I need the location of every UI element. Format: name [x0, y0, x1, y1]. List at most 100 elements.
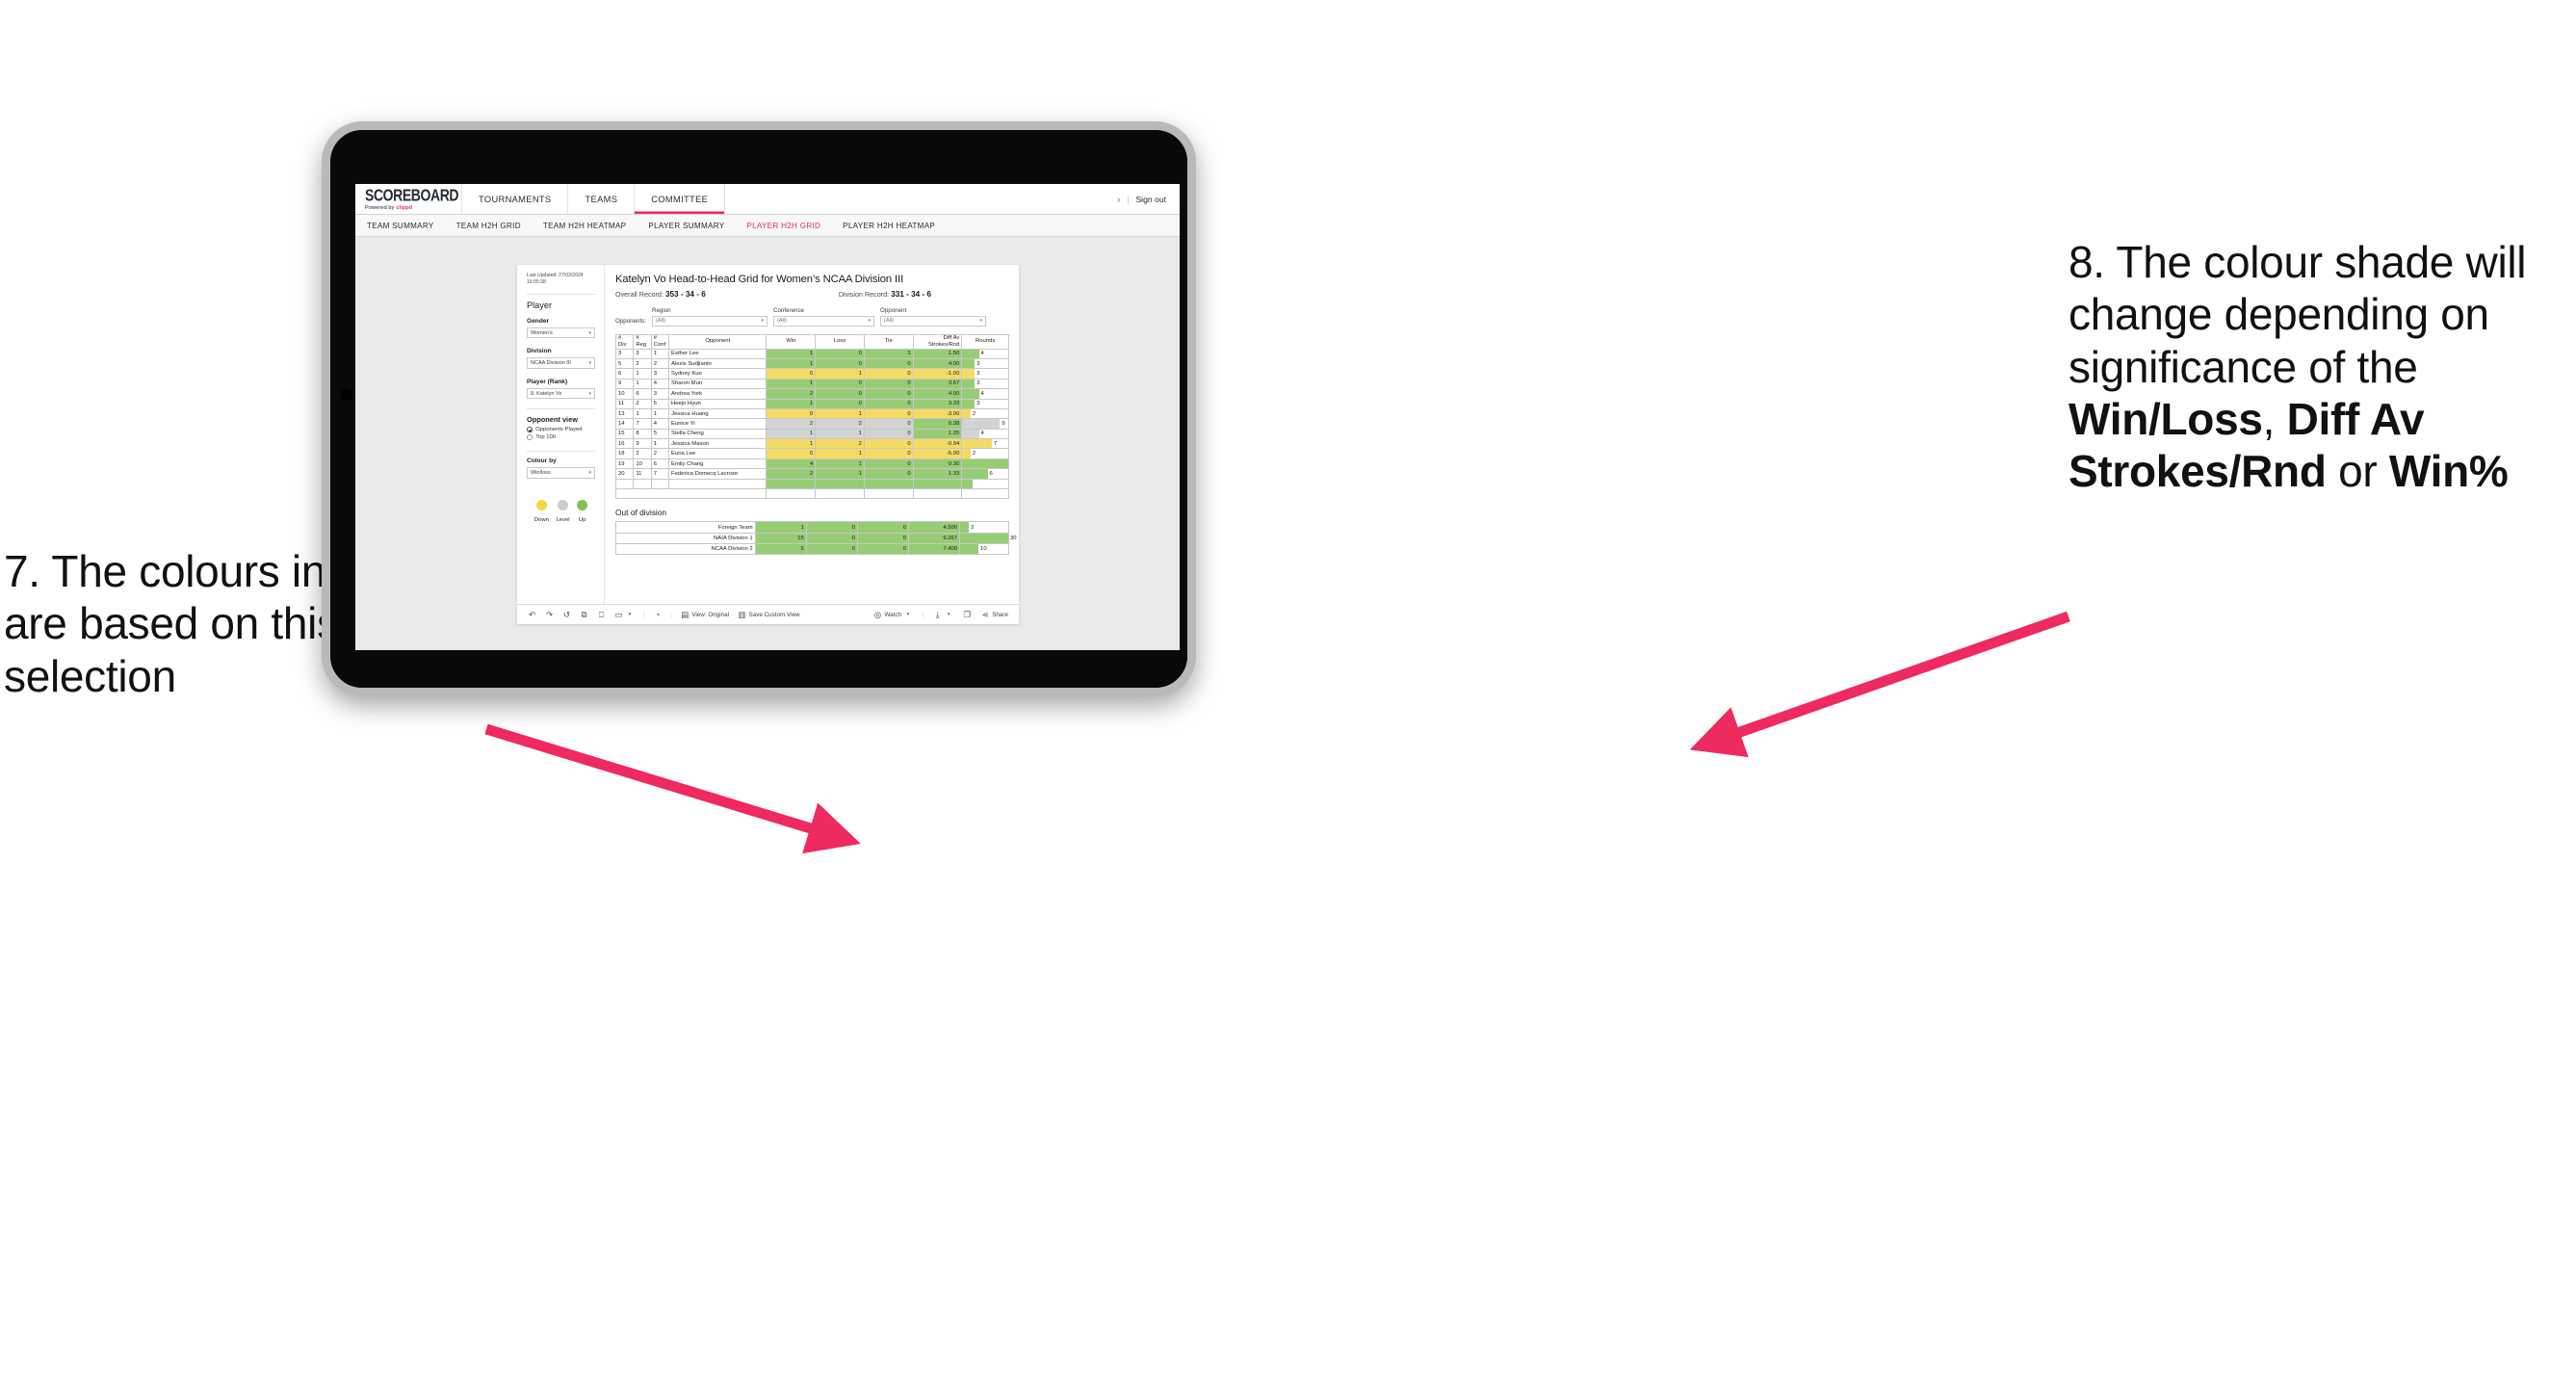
player-rank-value: 8. Katelyn Vo: [531, 390, 562, 397]
tab-team-h2h-grid[interactable]: TEAM H2H GRID: [456, 222, 521, 230]
gender-select[interactable]: Women’s ▾: [527, 327, 595, 339]
tab-team-h2h-heatmap[interactable]: TEAM H2H HEATMAP: [543, 222, 627, 230]
undo-icon[interactable]: ↶: [528, 610, 536, 619]
col-diff-l1: Diff Av: [943, 335, 960, 341]
cell-reg: 7: [633, 418, 652, 430]
cell-diff: -1.00: [912, 368, 963, 379]
table-row[interactable]: 11 2 5 Heejo Hyun 1 0 0 3.33 3: [614, 398, 1009, 409]
list-item[interactable]: Foreign Team 1 0 0 4.500 2: [615, 521, 1009, 534]
table-row[interactable]: 3 3 1 Esther Lee 1 0 1 1.50 4: [614, 348, 1009, 359]
nav-item-teams[interactable]: TEAMS: [568, 184, 636, 214]
cell-conf: 5: [650, 428, 670, 440]
tab-player-h2h-grid[interactable]: PLAYER H2H GRID: [746, 222, 820, 230]
cell-tie: 0: [863, 438, 914, 450]
sign-out-link[interactable]: Sign out: [1135, 195, 1166, 204]
logo-tagline-prefix: Powered by: [365, 204, 397, 211]
cell-rounds: 3: [961, 357, 1009, 370]
highlight-button[interactable]: ▭ ▾: [614, 610, 635, 619]
table-row[interactable]: 18 2 2 Euna Lee 0 1 0 -5.00 2: [614, 448, 1009, 459]
cell-win: 2: [766, 388, 817, 400]
watch-button[interactable]: ◎ Watch ▾: [873, 610, 913, 619]
share-button[interactable]: ⋖ Share: [981, 610, 1008, 619]
table-row[interactable]: 13 1 1 Jessica Huang 0 1 0 -3.00 2: [614, 407, 1009, 420]
cell-div: 6: [614, 368, 635, 379]
cell-loss: 1: [815, 428, 865, 440]
download-button[interactable]: ⤓ ▾: [933, 610, 953, 619]
cell-loss: 0: [815, 357, 865, 370]
filter-opponent-select[interactable]: (All) ▾: [880, 315, 986, 327]
cell-opponent: Emily Chang: [668, 458, 768, 470]
table-row[interactable]: 5 2 2 Alexis Sudjianto 1 0 0 4.00 3: [614, 357, 1009, 370]
filter-opponent-value: (All): [884, 318, 894, 325]
view-original-button[interactable]: ▤ View: Original: [681, 610, 729, 619]
radio-opponents-played[interactable]: Opponents Played: [527, 427, 595, 432]
cell-div: 19: [614, 458, 635, 470]
tab-player-h2h-heatmap[interactable]: PLAYER H2H HEATMAP: [843, 222, 935, 230]
cell-conf: 7: [650, 468, 670, 480]
cell-diff: 9.267: [907, 532, 961, 544]
nav-item-committee[interactable]: COMMITTEE: [635, 184, 726, 214]
division-select[interactable]: NCAA Division III ▾: [527, 357, 595, 369]
cell-div: 15: [614, 428, 635, 440]
cell-rounds: 7: [961, 438, 1009, 450]
logo-wordmark: SCOREBOARD: [365, 184, 459, 204]
col-div: # Div: [614, 334, 635, 350]
rounds-value: 4: [980, 351, 984, 357]
fullscreen-icon[interactable]: ❐: [963, 610, 972, 619]
table-row[interactable]: 10 6 3 Andrea York 2 0 0 4.00 4: [614, 388, 1009, 400]
radio-top-100[interactable]: Top 100: [527, 434, 595, 440]
refresh-icon[interactable]: ⧉: [580, 610, 588, 619]
list-item[interactable]: NCAA Division 2 5 0 0 7.400 10: [615, 542, 1009, 555]
out-of-division-body: Foreign Team 1 0 0 4.500 2 NAIA Division 1 15 0 0…: [615, 521, 1017, 555]
cell-conf: 1: [650, 438, 670, 450]
cell-reg: 8: [633, 428, 652, 440]
col-reg: # Reg: [633, 334, 652, 350]
filter-conference-select[interactable]: (All) ▾: [773, 315, 874, 327]
cell-div: 9: [614, 378, 635, 390]
table-row[interactable]: 6 1 3 Sydney Kuo 0 1 0 -1.00 3: [614, 368, 1009, 379]
cell-opponent: Federica Domecq Lacroze: [668, 468, 768, 480]
rounds-value: 30: [1010, 535, 1017, 541]
cell-opponent: Eunice Yi: [668, 418, 768, 430]
chevron-right-icon[interactable]: ›: [1117, 195, 1120, 204]
tab-player-summary[interactable]: PLAYER SUMMARY: [648, 222, 724, 230]
cell-conf: 2: [650, 357, 670, 370]
filter-opponent-label: Opponent: [880, 307, 907, 314]
col-rounds: Rounds: [961, 334, 1009, 350]
filter-region-select[interactable]: (All) ▾: [652, 315, 768, 327]
cell-div: 11: [614, 398, 635, 409]
legend-label-down: Down: [533, 516, 549, 523]
cell-div: 3: [614, 348, 635, 359]
toolbar-divider: |: [670, 611, 672, 618]
page-title: Katelyn Vo Head-to-Head Grid for Women’s…: [615, 274, 904, 285]
colour-by-select[interactable]: Win/loss ▾: [527, 467, 595, 479]
save-custom-view-button[interactable]: ▥ Save Custom View: [738, 610, 800, 619]
tab-team-summary[interactable]: TEAM SUMMARY: [367, 222, 434, 230]
dashboard-panel: Last Updated: 27/03/2024 16:55:38 Player…: [517, 265, 1019, 624]
player-rank-select[interactable]: 8. Katelyn Vo ▾: [527, 387, 595, 400]
cell-reg: 11: [633, 468, 652, 480]
cell-win: 4: [766, 458, 817, 470]
app-logo[interactable]: SCOREBOARD Powered by clippd: [355, 184, 462, 214]
rounds-value: 2: [972, 451, 976, 458]
cell-diff: 1.50: [912, 348, 963, 359]
sub-nav: TEAM SUMMARY TEAM H2H GRID TEAM H2H HEAT…: [355, 215, 1180, 237]
pause-icon[interactable]: ⎕: [597, 610, 606, 619]
col-diff-l2: Strokes/Rnd: [927, 341, 960, 348]
cell-tie: 0: [863, 357, 914, 370]
table-row[interactable]: 16 9 1 Jessica Mason 1 2 0 -0.94 7: [614, 438, 1009, 450]
table-row[interactable]: 14 7 4 Eunice Yi 2 2 0 0.38 9: [614, 418, 1009, 430]
table-row[interactable]: 9 1 4 Sharon Mun 1 0 0 3.67 3: [614, 378, 1009, 390]
revert-icon[interactable]: ↺: [562, 610, 571, 619]
cell-win: 2: [766, 418, 817, 430]
list-item[interactable]: NAIA Division 1 15 0 0 9.267 30: [615, 532, 1017, 544]
rounds-bar: [960, 522, 970, 533]
redo-icon[interactable]: ↷: [545, 610, 554, 619]
alert-icon[interactable]: ◔: [653, 610, 662, 619]
table-row[interactable]: 20 11 7 Federica Domecq Lacroze 2 1 0 1.33 6: [614, 468, 1009, 480]
table-row[interactable]: 15 8 5 Stella Cheng 1 1 0 1.25 4: [614, 428, 1009, 440]
nav-item-tournaments[interactable]: TOURNAMENTS: [462, 184, 569, 214]
cell-rounds: 10: [959, 542, 1009, 555]
table-row[interactable]: 19106Emily Chang4100.3011: [614, 458, 1009, 470]
player-rank-label: Player (Rank): [527, 378, 568, 385]
